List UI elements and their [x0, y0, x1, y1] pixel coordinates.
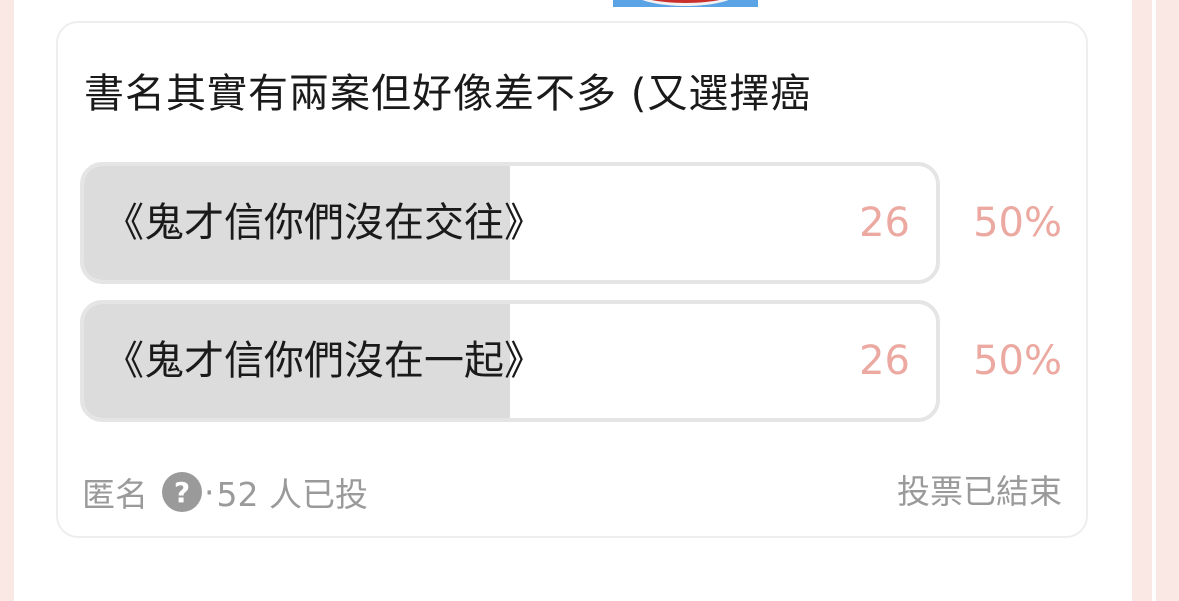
poll-option-2-percent: 50% — [973, 338, 1062, 384]
poll-card: 書名其實有兩案但好像差不多 (又選擇癌 《鬼才信你們沒在交往》 26 50% 《… — [56, 21, 1088, 538]
poll-option-1-percent: 50% — [973, 200, 1062, 246]
poll-status: 投票已結束 — [897, 472, 1062, 511]
footer-separator: · — [204, 472, 215, 512]
left-page-gutter — [0, 0, 14, 601]
poll-option-2-vote-count: 26 — [859, 338, 910, 384]
poll-question: 書名其實有兩案但好像差不多 (又選擇癌 — [84, 71, 812, 117]
poll-option-1-label: 《鬼才信你們沒在交往》 — [104, 200, 544, 246]
poll-option-2[interactable]: 《鬼才信你們沒在一起》 26 — [80, 300, 940, 422]
anonymous-label: 匿名 — [82, 475, 148, 514]
voter-count: 52 人已投 — [216, 475, 368, 514]
poll-option-1[interactable]: 《鬼才信你們沒在交往》 26 — [80, 162, 940, 284]
poll-option-2-label: 《鬼才信你們沒在一起》 — [104, 338, 544, 384]
avatar-image — [613, 0, 758, 7]
poll-footer: 匿名 ? · 52 人已投 — [82, 467, 368, 517]
poll-option-1-vote-count: 26 — [859, 200, 910, 246]
right-gutter-divider — [1152, 0, 1156, 601]
question-mark-icon[interactable]: ? — [162, 472, 202, 512]
